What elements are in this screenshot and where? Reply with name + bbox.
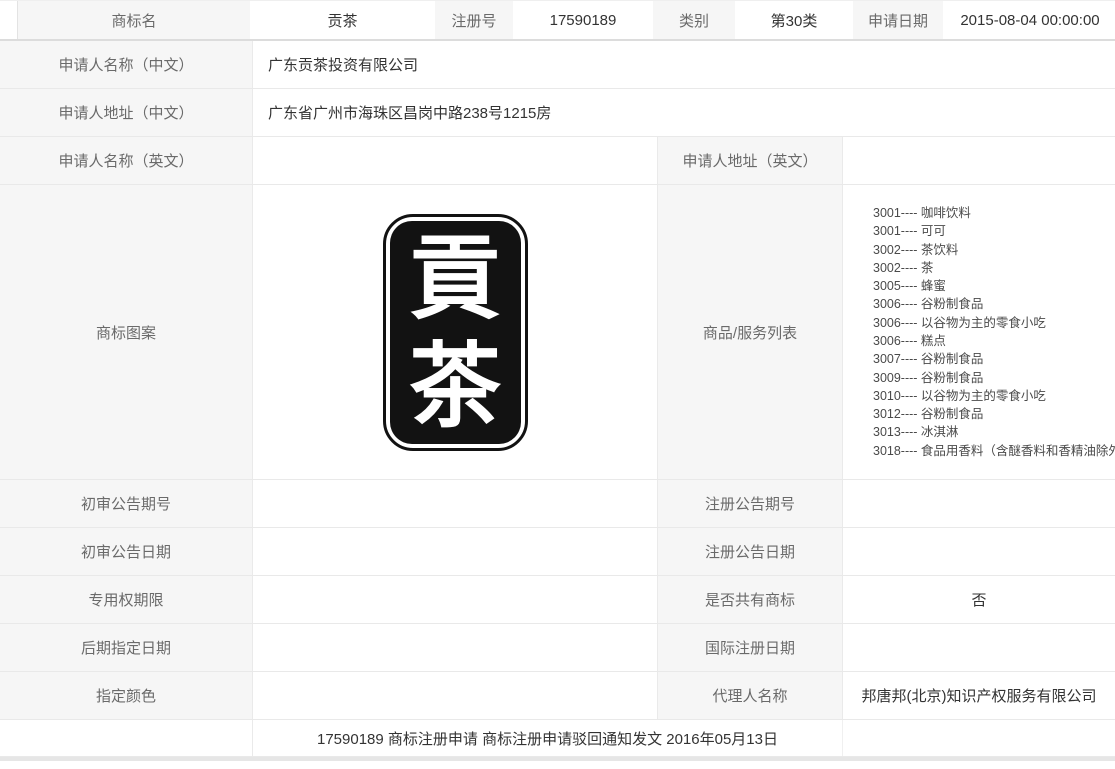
category-label: 类别: [653, 1, 735, 39]
shared-trademark-value: 否: [971, 592, 987, 609]
application-date-label: 申请日期: [853, 1, 943, 39]
intl-registration-date-value: [843, 624, 1115, 671]
registration-number-label: 注册号: [435, 1, 513, 39]
logo-character-bottom: 茶: [408, 332, 501, 440]
row-publication-no: 初审公告期号 注册公告期号: [0, 480, 1115, 528]
registration-publication-date-label: 注册公告日期: [658, 528, 843, 575]
designated-color-value: [253, 672, 658, 719]
first-trial-publication-date-label: 初审公告日期: [0, 528, 253, 575]
goods-services-list: 3001---- 咖啡饮料 3001---- 可可 3002---- 茶饮料 3002…: [873, 204, 1115, 460]
row-applicant-address-cn: 申请人地址（中文） 广东省广州市海珠区昌岗中路238号1215房: [0, 89, 1115, 137]
row-applicant-name-cn: 申请人名称（中文） 广东贡茶投资有限公司: [0, 41, 1115, 89]
trademark-name-value: 贡茶: [252, 1, 433, 39]
category-value: 第30类: [737, 1, 851, 39]
goods-service-item: 3002---- 茶饮料: [873, 242, 959, 257]
goods-service-item: 3007---- 谷粉制食品: [873, 352, 984, 367]
shared-trademark-label: 是否共有商标: [658, 576, 843, 623]
goods-service-item: 3006---- 谷粉制食品: [873, 297, 984, 312]
footer-spacer-cell: [843, 720, 1115, 756]
goods-service-item: 3006---- 糕点: [873, 334, 946, 348]
goods-service-item: 3018---- 食品用香料（含醚香料和香精油除外: [873, 443, 1115, 458]
row-exclusive-period: 专用权期限 是否共有商标 否: [0, 576, 1115, 624]
header-row: 商标名 贡茶 注册号 17590189 类别 第30类 申请日期 2015-08…: [0, 1, 1115, 41]
application-date-value: 2015-08-04 00:00:00: [945, 1, 1115, 39]
row-applicant-en: 申请人名称（英文） 申请人地址（英文）: [0, 137, 1115, 185]
goods-service-item: 3010---- 以谷物为主的零食小吃: [873, 388, 1046, 403]
trademark-name-label: 商标名: [17, 1, 250, 39]
applicant-address-cn-label: 申请人地址（中文）: [0, 89, 253, 136]
row-status-footer: 17590189 商标注册申请 商标注册申请驳回通知发文 2016年05月13日: [0, 720, 1115, 757]
goods-service-item: 3012---- 谷粉制食品: [873, 407, 984, 422]
registration-publication-no-label: 注册公告期号: [658, 480, 843, 527]
intl-registration-date-label: 国际注册日期: [658, 624, 843, 671]
goods-service-item: 3002---- 茶: [873, 260, 934, 275]
first-trial-publication-no-value: [253, 480, 658, 527]
applicant-name-en-value: [253, 137, 658, 184]
agent-name-label: 代理人名称: [658, 672, 843, 719]
goods-services-label: 商品/服务列表: [658, 185, 843, 479]
row-trademark-image: 商标图案 貢 茶 商品/服务列表 3001---- 咖啡饮料 3001---- 可…: [0, 185, 1115, 480]
goods-service-item: 3001---- 咖啡饮料: [873, 205, 971, 220]
goods-service-item: 3009---- 谷粉制食品: [873, 370, 984, 385]
first-trial-publication-no-label: 初审公告期号: [0, 480, 253, 527]
registration-publication-date-value: [843, 528, 1115, 575]
later-designation-date-value: [253, 624, 658, 671]
trademark-logo-image: 貢 茶: [382, 213, 528, 451]
exclusive-right-period-label: 专用权期限: [0, 576, 253, 623]
applicant-name-cn-label: 申请人名称（中文）: [0, 41, 253, 88]
trademark-image-cell: 貢 茶: [253, 185, 658, 479]
applicant-name-en-label: 申请人名称（英文）: [0, 137, 253, 184]
later-designation-date-label: 后期指定日期: [0, 624, 253, 671]
row-publication-date: 初审公告日期 注册公告日期: [0, 528, 1115, 576]
application-status-text: 17590189 商标注册申请 商标注册申请驳回通知发文 2016年05月13日: [253, 720, 843, 756]
applicant-address-en-label: 申请人地址（英文）: [658, 137, 843, 184]
header-inset: [0, 1, 17, 39]
applicant-address-en-value: [843, 137, 1115, 184]
agent-name-value: 邦唐邦(北京)知识产权服务有限公司: [861, 688, 1097, 705]
page-background-strip: [0, 757, 1115, 761]
registration-publication-no-value: [843, 480, 1115, 527]
goods-service-item: 3006---- 以谷物为主的零食小吃: [873, 315, 1046, 330]
first-trial-publication-date-value: [253, 528, 658, 575]
goods-service-item: 3005---- 蜂蜜: [873, 279, 946, 294]
logo-character-top: 貢: [408, 224, 501, 332]
registration-number-value: 17590189: [515, 1, 651, 39]
footer-empty-cell: [0, 720, 253, 756]
applicant-name-cn-value: 广东贡茶投资有限公司: [268, 57, 419, 74]
trademark-info-table: 商标名 贡茶 注册号 17590189 类别 第30类 申请日期 2015-08…: [0, 0, 1115, 757]
trademark-logo-seal: 貢 茶: [389, 220, 521, 444]
row-designated-color: 指定颜色 代理人名称 邦唐邦(北京)知识产权服务有限公司: [0, 672, 1115, 720]
exclusive-right-period-value: [253, 576, 658, 623]
goods-service-item: 3001---- 可可: [873, 224, 946, 239]
trademark-image-label: 商标图案: [0, 185, 253, 479]
row-later-designation: 后期指定日期 国际注册日期: [0, 624, 1115, 672]
goods-service-item: 3013---- 冰淇淋: [873, 425, 959, 440]
goods-services-cell: 3001---- 咖啡饮料 3001---- 可可 3002---- 茶饮料 3002…: [843, 185, 1115, 479]
designated-color-label: 指定颜色: [0, 672, 253, 719]
applicant-address-cn-value: 广东省广州市海珠区昌岗中路238号1215房: [268, 105, 552, 122]
